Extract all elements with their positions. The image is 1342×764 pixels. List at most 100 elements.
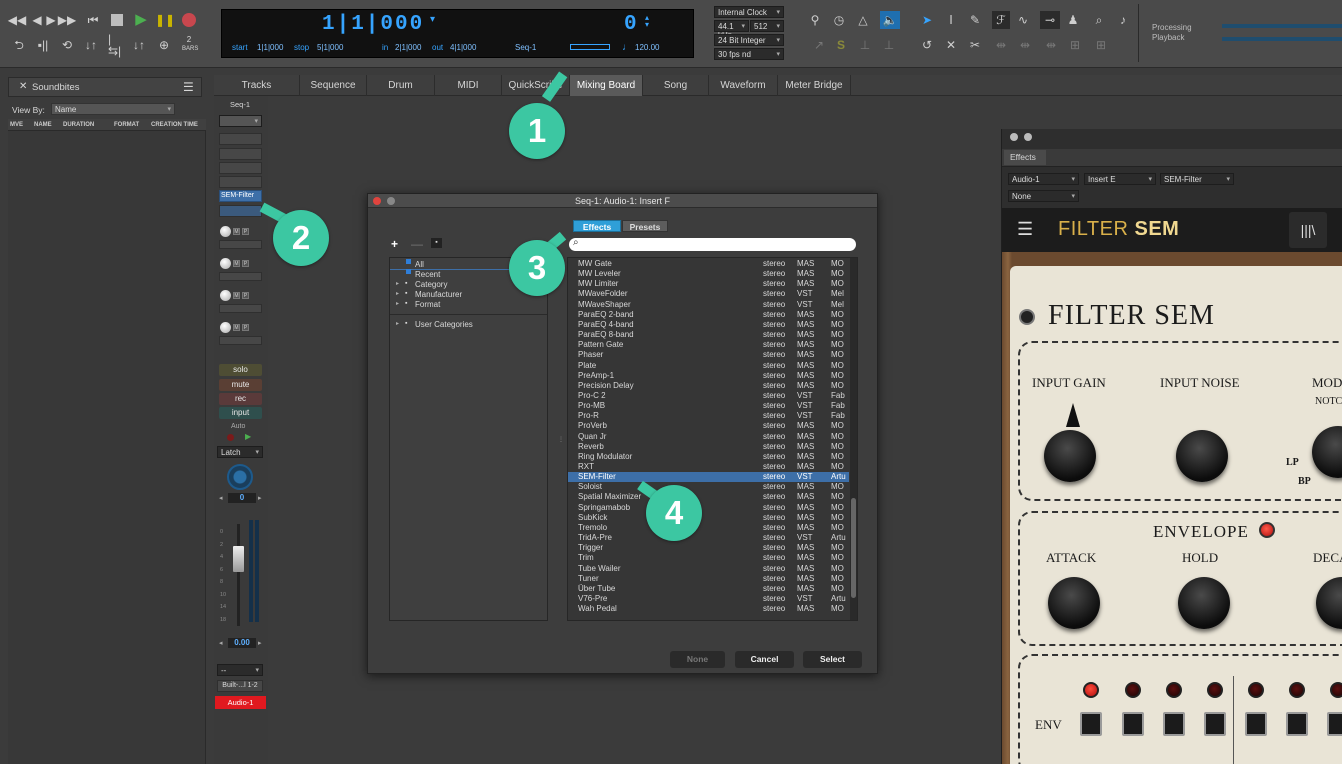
plugin-row[interactable]: Trim stereo MAS MO <box>568 553 849 563</box>
plugin-search-input[interactable]: ⌕ <box>569 237 856 251</box>
overdub-icon[interactable]: ⊕ <box>157 38 171 52</box>
send-mute-icon[interactable]: M <box>233 228 240 235</box>
split-tool-icon[interactable]: ⇹ <box>994 38 1008 52</box>
send-pre-icon[interactable]: P <box>242 324 249 331</box>
disclosure-icon[interactable]: ▸ <box>396 280 399 287</box>
tab-midi[interactable]: MIDI <box>435 75 502 96</box>
fader-value[interactable]: 0.00 <box>228 638 256 648</box>
column-name[interactable]: NAME <box>34 122 52 128</box>
voice-select[interactable]: -- <box>217 664 263 676</box>
record-icon[interactable] <box>182 13 196 27</box>
punch-icon[interactable]: ▪|| <box>36 38 50 52</box>
ibeam-tool-icon[interactable]: Ⅰ <box>944 13 958 27</box>
hamburger-icon[interactable]: ☰ <box>183 80 194 94</box>
fader-up-icon[interactable]: ▸ <box>258 639 262 647</box>
column-format[interactable]: FORMAT <box>114 122 139 128</box>
scissors-tool-icon[interactable]: ✂ <box>968 38 982 52</box>
category-item-format[interactable]: ▸ ▪ Format <box>390 300 547 310</box>
bounce-tool-icon[interactable]: ⊥ <box>882 38 896 52</box>
soundbites-tab[interactable]: ✕ Soundbites <box>8 77 202 97</box>
disclosure-icon[interactable]: ▸ <box>396 290 399 297</box>
tab-presets[interactable]: Presets <box>622 220 668 232</box>
plugin-row[interactable]: Ring Modulator stereo MAS MO <box>568 452 849 462</box>
step-key[interactable] <box>1204 712 1226 736</box>
send-pre-icon[interactable]: P <box>242 292 249 299</box>
plugin-row[interactable]: Precision Delay stereo MAS MO <box>568 381 849 391</box>
automation-mode-select[interactable]: Latch <box>217 446 263 458</box>
pencil-tool-icon[interactable]: ✎ <box>968 13 982 27</box>
volume-fader[interactable] <box>233 546 244 572</box>
input-gain-knob[interactable] <box>1044 430 1096 482</box>
hold-knob[interactable] <box>1178 577 1230 629</box>
zoom-tool-icon[interactable]: ⌕ <box>1092 13 1106 27</box>
send-slot[interactable] <box>219 336 262 345</box>
clock-source-select[interactable]: Internal Clock <box>714 6 784 18</box>
reshape-tool-icon[interactable]: ℱ <box>992 11 1010 29</box>
trim-tool-icon[interactable]: ↗ <box>812 38 826 52</box>
disclosure-icon[interactable]: ▸ <box>396 300 399 307</box>
out-value[interactable]: 4|1|000 <box>450 43 476 52</box>
plugin-row[interactable]: ParaEQ 4-band stereo MAS MO <box>568 320 849 330</box>
splitter-handle[interactable]: ⋮ <box>558 436 564 443</box>
send-slot[interactable] <box>219 304 262 313</box>
step-key[interactable] <box>1122 712 1144 736</box>
category-list[interactable]: All Recent ▸ ▪ Category ▸ ▪ Manufacturer… <box>389 257 548 621</box>
send-mute-icon[interactable]: M <box>233 324 240 331</box>
output-assignment[interactable]: Built-...l 1-2 <box>217 680 263 692</box>
auto-rewind-icon[interactable]: ↓↑ <box>84 38 98 52</box>
plugin-row[interactable]: TridA-Pre stereo VST Artu <box>568 533 849 543</box>
plugin-name-field[interactable]: SEM-Filter <box>1160 173 1234 185</box>
plugin-row[interactable]: Pro-C 2 stereo VST Fab <box>568 391 849 401</box>
solo-button[interactable]: solo <box>219 364 262 376</box>
plugin-row[interactable]: MW Leveler stereo MAS MO <box>568 269 849 279</box>
input-monitor-button[interactable]: input <box>219 407 262 419</box>
erase-tool-icon[interactable]: ✕ <box>944 38 958 52</box>
plugin-row[interactable]: Pro-R stereo VST Fab <box>568 411 849 421</box>
plugin-row[interactable]: ParaEQ 2-band stereo MAS MO <box>568 310 849 320</box>
step-forward-icon[interactable]: ▶ <box>44 13 58 27</box>
column-duration[interactable]: DURATION <box>63 122 94 128</box>
buffer-size-select[interactable]: 512 <box>750 20 784 32</box>
tab-waveform[interactable]: Waveform <box>709 75 778 96</box>
tab-effects[interactable]: Effects <box>573 220 621 232</box>
scrollbar-thumb[interactable] <box>851 498 856 598</box>
send-knob[interactable] <box>220 258 231 269</box>
tab-song[interactable]: Song <box>643 75 709 96</box>
aux-stepper-icon[interactable]: ▴ ▾ <box>645 15 649 30</box>
plugin-row[interactable]: MW Limiter stereo MAS MO <box>568 279 849 289</box>
plugin-row[interactable]: Soloist stereo MAS MO <box>568 482 849 492</box>
send-knob[interactable] <box>220 322 231 333</box>
tab-effects[interactable]: Effects <box>1004 150 1046 165</box>
insert-slot[interactable] <box>219 162 262 174</box>
tab-tracks[interactable]: Tracks <box>214 75 300 96</box>
in-value[interactable]: 2|1|000 <box>395 43 421 52</box>
stop-value[interactable]: 5|1|000 <box>317 43 343 52</box>
plugin-row[interactable]: Phaser stereo MAS MO <box>568 350 849 360</box>
fast-forward-icon[interactable]: ▶▶ <box>58 13 76 27</box>
soundbites-list[interactable] <box>8 131 206 764</box>
plugin-row[interactable]: MW Gate stereo MAS MO <box>568 259 849 269</box>
counter-dropdown-icon[interactable]: ▾ <box>430 14 435 26</box>
bit-depth-select[interactable]: 24 Bit Integer <box>714 34 784 46</box>
insert-slot[interactable] <box>219 148 262 160</box>
send-slot[interactable] <box>219 240 262 249</box>
grid-tool-icon[interactable]: ⊞ <box>1068 38 1082 52</box>
countoff-bars[interactable]: 2 BARS <box>182 36 198 53</box>
marker-tool-icon[interactable]: ⊥ <box>858 38 872 52</box>
none-button[interactable]: None <box>670 651 725 668</box>
send-pre-icon[interactable]: P <box>242 260 249 267</box>
view-by-select[interactable]: Name <box>51 103 175 115</box>
close-window-icon[interactable] <box>373 197 381 205</box>
disclosure-icon[interactable]: ▸ <box>396 320 399 327</box>
step-key[interactable] <box>1286 712 1308 736</box>
pan-left-icon[interactable]: ◂ <box>219 494 223 502</box>
join-tool-icon[interactable]: ⇹ <box>1018 38 1032 52</box>
plugin-row[interactable]: Plate stereo MAS MO <box>568 361 849 371</box>
plugin-list[interactable]: MW Gate stereo MAS MO MW Leveler stereo MAS MO M… <box>567 257 858 621</box>
tab-mixing-board[interactable]: Mixing Board <box>570 75 643 96</box>
plugin-row[interactable]: Tube Wailer stereo MAS MO <box>568 564 849 574</box>
plugin-row-selected[interactable]: SEM-Filter stereo VST Artu <box>568 472 849 483</box>
insert-slot[interactable] <box>219 133 262 145</box>
plugin-row[interactable]: RXT stereo MAS MO <box>568 462 849 472</box>
arrow-tool-icon[interactable]: ➤ <box>920 13 934 27</box>
